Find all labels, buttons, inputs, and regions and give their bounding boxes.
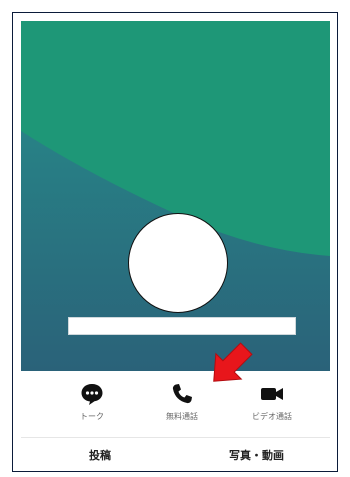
profile-name-placeholder (68, 317, 296, 335)
free-call-label: 無料通話 (166, 412, 198, 421)
profile-avatar[interactable] (128, 213, 228, 313)
talk-label: トーク (80, 412, 104, 421)
tab-photos-videos[interactable]: 写真・動画 (229, 447, 284, 463)
tab-posts[interactable]: 投稿 (89, 447, 111, 463)
talk-button[interactable]: トーク (47, 381, 137, 433)
red-arrow-annotation (213, 342, 253, 382)
screenshot-frame: トーク 無料通話 ビデオ通話 投稿 写真・動画 (12, 12, 338, 472)
profile-tabs: 投稿 写真・動画 (21, 441, 330, 471)
chat-bubble-icon (47, 381, 137, 407)
profile-actions: トーク 無料通話 ビデオ通話 (21, 371, 330, 438)
video-call-label: ビデオ通話 (252, 412, 292, 421)
